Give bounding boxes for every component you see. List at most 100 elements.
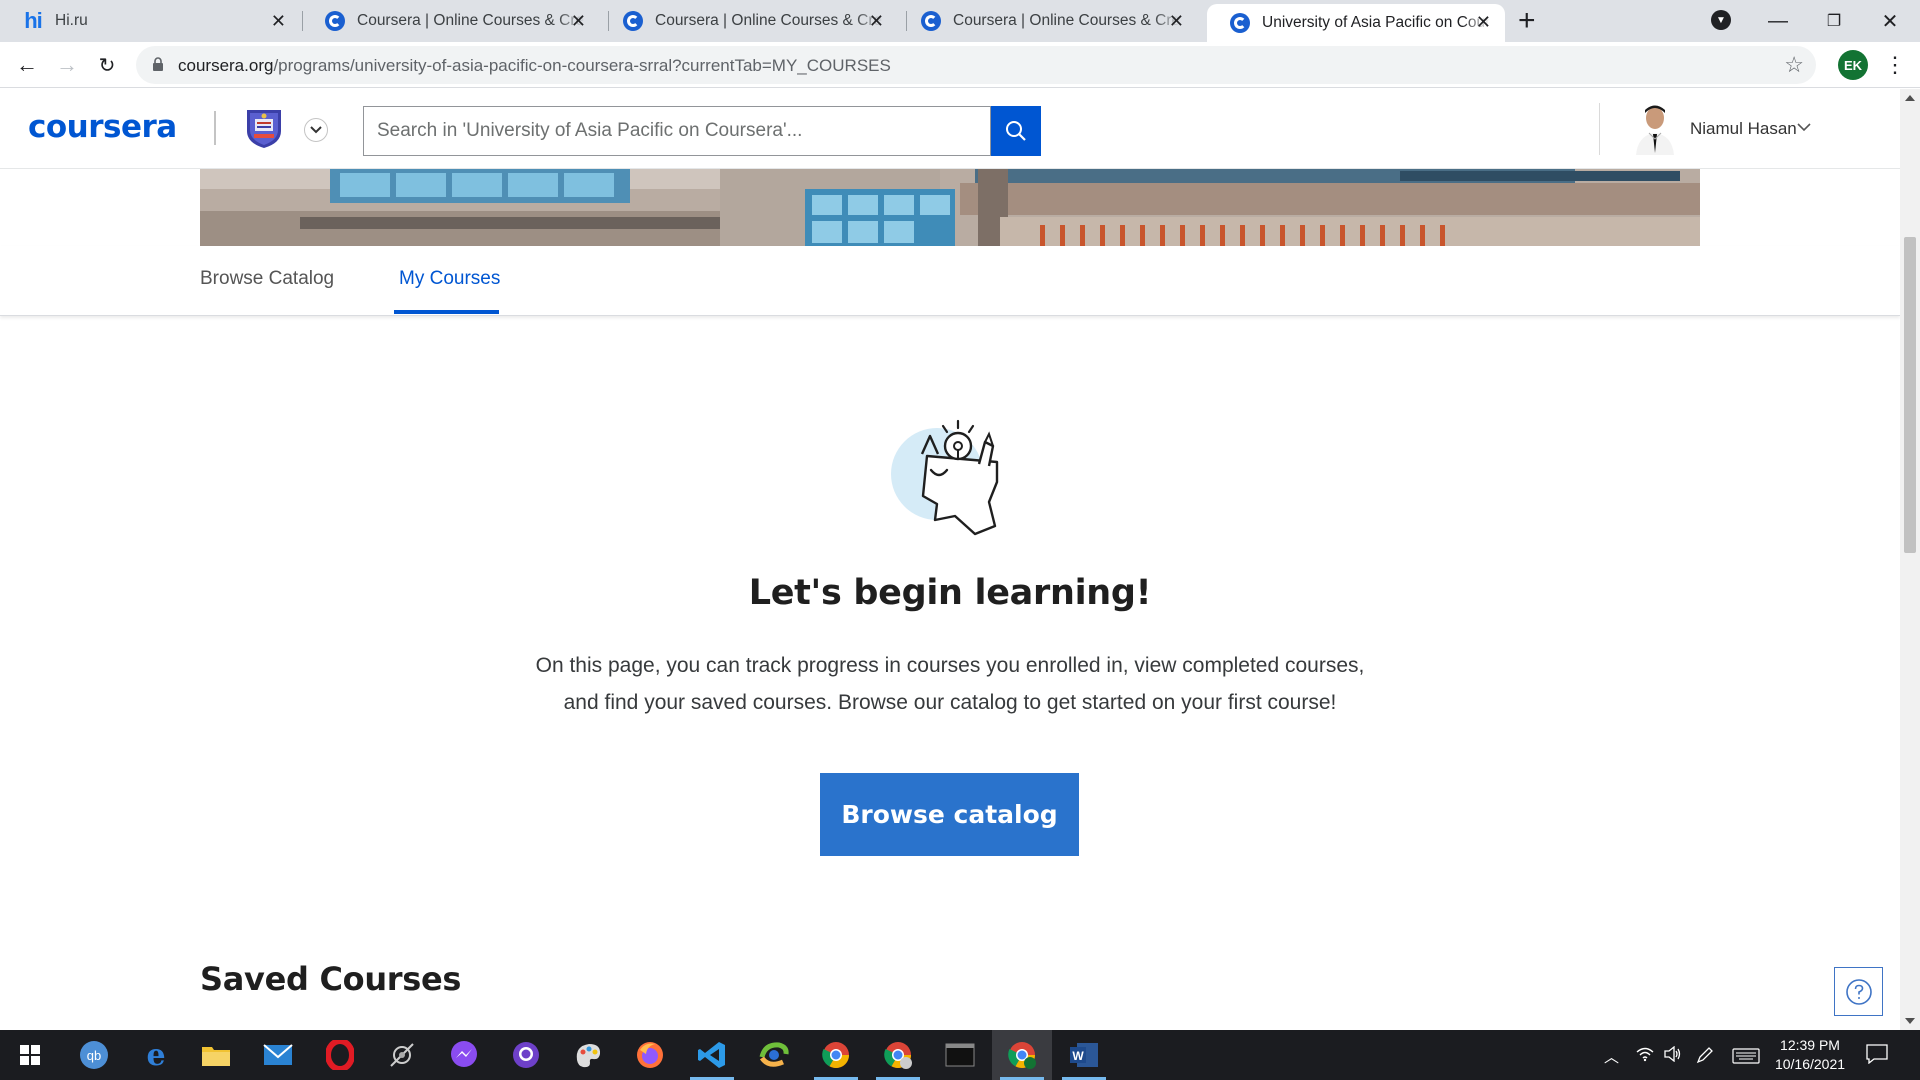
firefox-icon[interactable]: [620, 1030, 680, 1080]
tab-title: University of Asia Pacific on Coursera: [1262, 14, 1490, 31]
restore-icon[interactable]: ❐: [1802, 0, 1866, 42]
empty-state-description: On this page, you can track progress in …: [500, 647, 1400, 721]
close-tab-icon[interactable]: ✕: [571, 12, 586, 30]
chrome-profile-icon[interactable]: [868, 1030, 928, 1080]
windows-taskbar: qb e W ︿ 12:39 PM 10/16/2021: [0, 1030, 1920, 1080]
browser-tab-strip: hi Hi.ru ✕ Coursera | Online Courses & C…: [0, 0, 1920, 42]
learning-head-illustration-icon: [891, 419, 999, 536]
minimize-icon[interactable]: —: [1746, 0, 1810, 42]
search-field[interactable]: [363, 106, 991, 156]
tab-title: Hi.ru: [55, 12, 88, 29]
scroll-up-icon[interactable]: [1905, 95, 1915, 101]
github-desktop-icon[interactable]: [496, 1030, 556, 1080]
close-tab-icon[interactable]: ✕: [1169, 12, 1184, 30]
tray-overflow-icon[interactable]: ︿: [1604, 1046, 1619, 1067]
messenger-icon[interactable]: [434, 1030, 494, 1080]
chrome-canary-icon[interactable]: [744, 1030, 804, 1080]
svg-text:W: W: [1072, 1049, 1084, 1063]
svg-text:qb: qb: [87, 1048, 101, 1063]
volume-icon[interactable]: [1664, 1045, 1682, 1066]
user-menu-chevron-icon[interactable]: [1797, 123, 1811, 132]
terminal-icon[interactable]: [930, 1030, 990, 1080]
tab-title: Coursera | Online Courses & Credentials: [357, 12, 585, 29]
lock-icon: [153, 57, 163, 71]
browser-tab-active[interactable]: University of Asia Pacific on Coursera ✕: [1207, 4, 1505, 42]
help-button[interactable]: [1834, 967, 1883, 1016]
site-header: coursera Search in 'University of Asia P…: [0, 89, 1900, 169]
browse-catalog-button[interactable]: Browse catalog: [820, 773, 1079, 856]
close-tab-icon[interactable]: ✕: [1476, 13, 1491, 31]
browser-toolbar: ← → ↻ coursera.org/programs/university-o…: [0, 42, 1920, 88]
empty-state-headline: Let's begin learning!: [748, 573, 1152, 613]
close-window-icon[interactable]: ✕: [1858, 0, 1920, 42]
program-switcher-chevron-icon[interactable]: [304, 118, 328, 142]
tab-title: Coursera | Online Courses & Credentials: [953, 12, 1181, 29]
paint-icon[interactable]: [558, 1030, 618, 1080]
coursera-favicon-icon: [920, 10, 942, 32]
logo-divider: [214, 111, 216, 145]
browser-menu-icon[interactable]: ⋮: [1884, 50, 1906, 80]
search-input[interactable]: [364, 107, 990, 155]
word-icon[interactable]: W: [1054, 1030, 1114, 1080]
close-tab-icon[interactable]: ✕: [869, 12, 884, 30]
notifications-icon[interactable]: [1866, 1044, 1888, 1068]
coursera-favicon-icon: [1229, 12, 1251, 34]
user-name[interactable]: Niamul Hasan: [1690, 119, 1797, 139]
satellite-icon[interactable]: [372, 1030, 432, 1080]
browser-tab-coursera-3[interactable]: Coursera | Online Courses & Credentials …: [898, 0, 1198, 42]
hi-favicon-icon: hi: [24, 8, 43, 33]
reload-icon[interactable]: ↻: [92, 50, 122, 80]
file-explorer-icon[interactable]: [186, 1030, 246, 1080]
browser-tab-coursera-2[interactable]: Coursera | Online Courses & Credentials …: [600, 0, 898, 42]
search-icon: [1006, 121, 1026, 141]
university-crest-icon[interactable]: [244, 107, 284, 149]
windows-start-icon[interactable]: [0, 1030, 60, 1080]
browser-tab-hi[interactable]: hi Hi.ru ✕: [0, 0, 300, 42]
tab-search-icon[interactable]: ▼: [1711, 10, 1731, 30]
opera-icon[interactable]: [310, 1030, 370, 1080]
wifi-icon[interactable]: [1636, 1046, 1654, 1066]
scroll-down-icon[interactable]: [1905, 1018, 1915, 1024]
qbittorrent-icon[interactable]: qb: [64, 1030, 124, 1080]
chrome-ek-icon[interactable]: [992, 1030, 1052, 1080]
pen-icon[interactable]: [1696, 1046, 1714, 1068]
coursera-favicon-icon: [622, 10, 644, 32]
page-scrollbar[interactable]: [1900, 89, 1920, 1030]
program-tabs: Browse Catalog My Courses: [0, 246, 1900, 316]
header-divider: [1599, 103, 1600, 155]
avatar[interactable]: [1632, 101, 1678, 155]
tab-title: Coursera | Online Courses & Credentials: [655, 12, 883, 29]
new-tab-button[interactable]: +: [1518, 4, 1536, 38]
saved-courses-heading: Saved Courses: [200, 960, 462, 998]
browser-tab-coursera-1[interactable]: Coursera | Online Courses & Credentials …: [302, 0, 600, 42]
system-clock[interactable]: 12:39 PM 10/16/2021: [1770, 1036, 1850, 1074]
back-icon[interactable]: ←: [12, 50, 42, 80]
tab-browse-catalog[interactable]: Browse Catalog: [200, 268, 334, 290]
url-host: coursera.org: [178, 56, 274, 75]
search-button[interactable]: [991, 106, 1041, 156]
clock-date: 10/16/2021: [1774, 1056, 1846, 1072]
coursera-logo[interactable]: coursera: [28, 109, 177, 145]
coursera-favicon-icon: [324, 10, 346, 32]
chrome-icon[interactable]: [806, 1030, 866, 1080]
scrollbar-thumb[interactable]: [1904, 237, 1916, 553]
edge-icon[interactable]: e: [126, 1030, 186, 1080]
tab-my-courses[interactable]: My Courses: [399, 268, 500, 290]
url-text: coursera.org/programs/university-of-asia…: [178, 56, 891, 76]
keyboard-icon[interactable]: [1732, 1048, 1760, 1068]
address-bar[interactable]: coursera.org/programs/university-of-asia…: [136, 46, 1816, 84]
description-line: On this page, you can track progress in …: [535, 654, 1365, 677]
description-line: and find your saved courses. Browse our …: [563, 691, 1337, 714]
page-viewport: coursera Search in 'University of Asia P…: [0, 89, 1900, 1030]
close-tab-icon[interactable]: ✕: [271, 12, 286, 30]
mail-icon[interactable]: [248, 1030, 308, 1080]
program-banner-image: [200, 169, 1700, 246]
clock-time: 12:39 PM: [1780, 1037, 1840, 1053]
help-icon: [1845, 978, 1872, 1005]
active-tab-indicator: [394, 310, 499, 314]
vscode-icon[interactable]: [682, 1030, 742, 1080]
bookmark-star-icon[interactable]: ☆: [1784, 52, 1804, 78]
browser-profile-avatar[interactable]: EK: [1838, 50, 1868, 80]
forward-icon[interactable]: →: [52, 50, 82, 80]
url-path: /programs/university-of-asia-pacific-on-…: [273, 56, 891, 75]
